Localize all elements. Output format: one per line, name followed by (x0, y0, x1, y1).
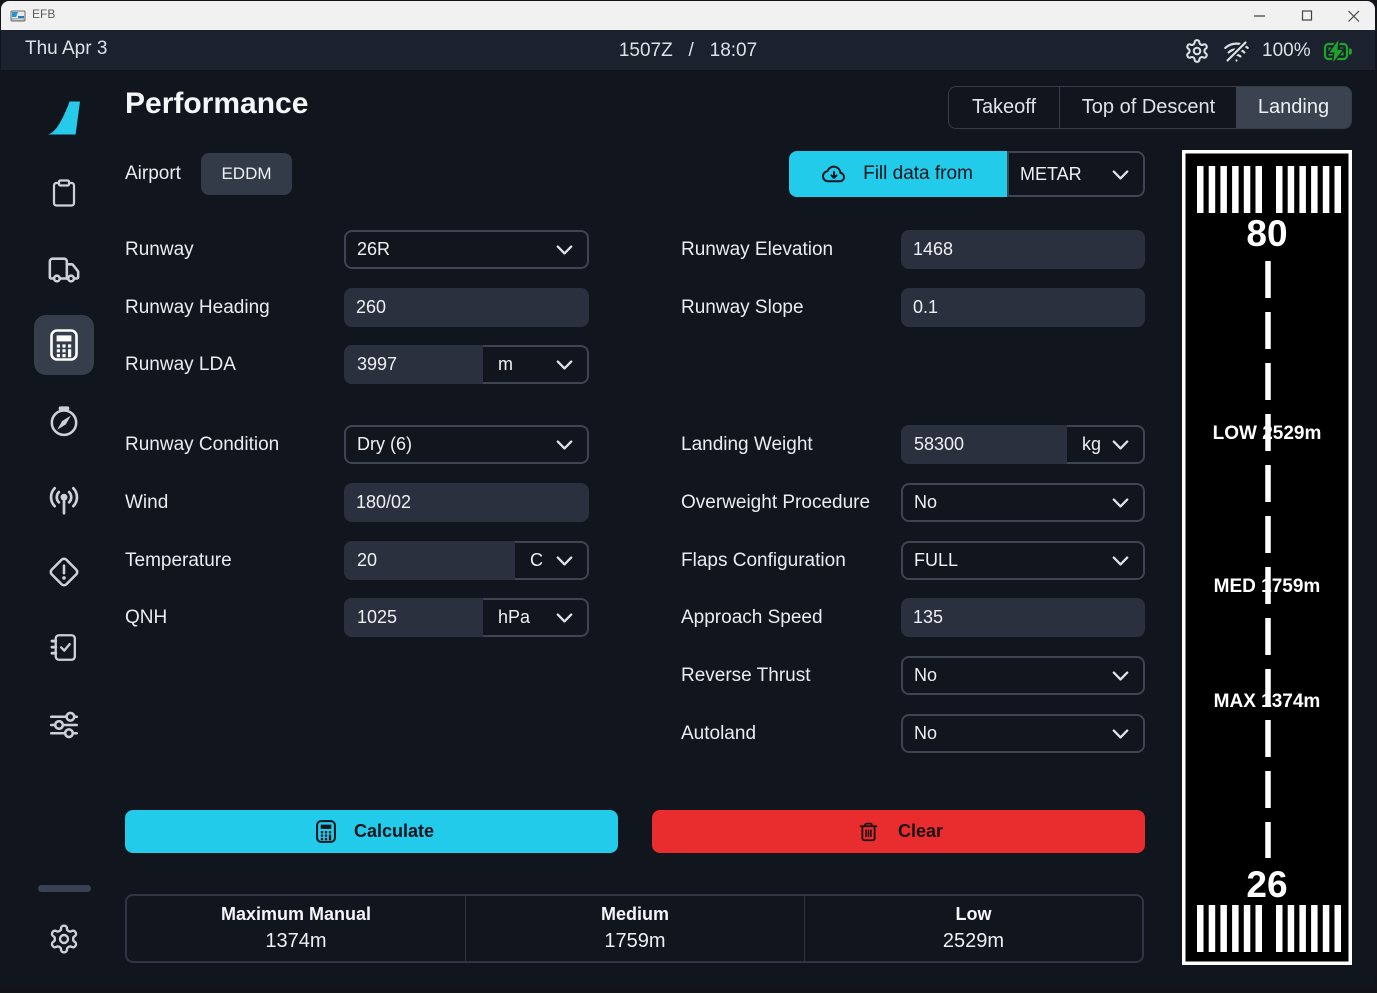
svg-text:80: 80 (1246, 213, 1287, 254)
svg-text:LOW 2529m: LOW 2529m (1213, 423, 1322, 444)
svg-text:MAX 1374m: MAX 1374m (1214, 691, 1321, 712)
svg-text:26: 26 (1246, 864, 1287, 905)
svg-text:MED 1759m: MED 1759m (1214, 576, 1321, 597)
